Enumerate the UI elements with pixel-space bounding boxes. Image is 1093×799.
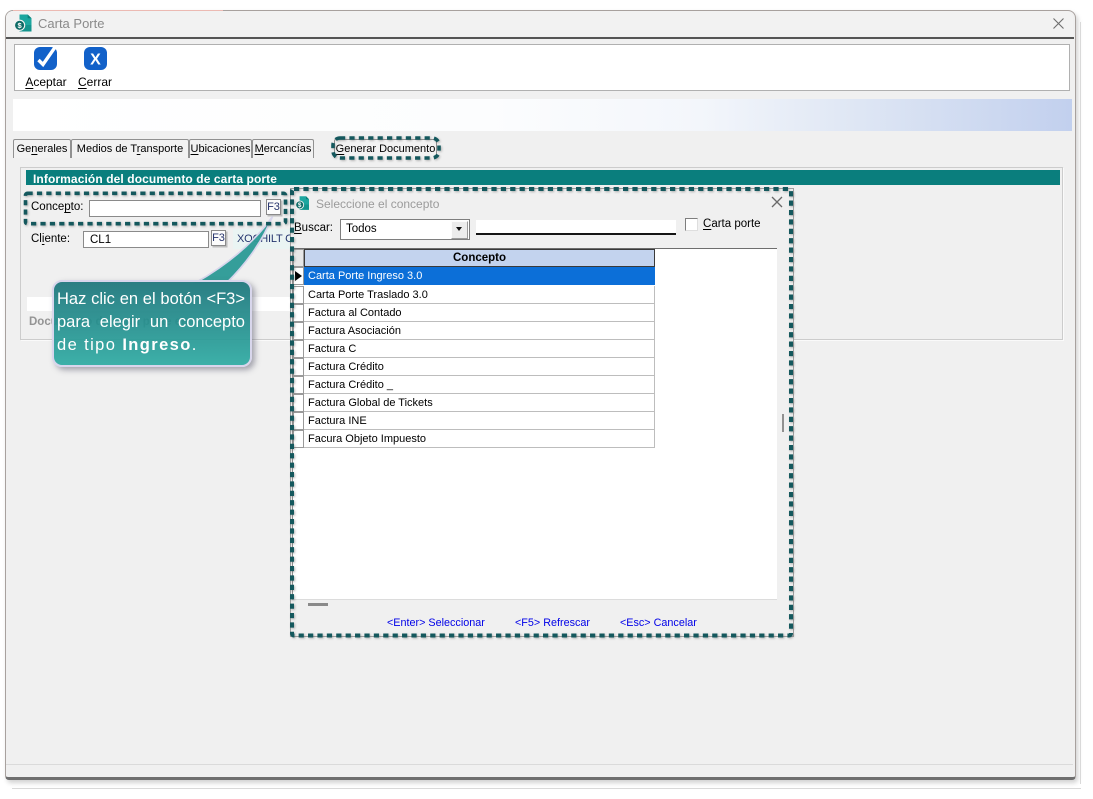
svg-text:X: X <box>90 52 101 69</box>
